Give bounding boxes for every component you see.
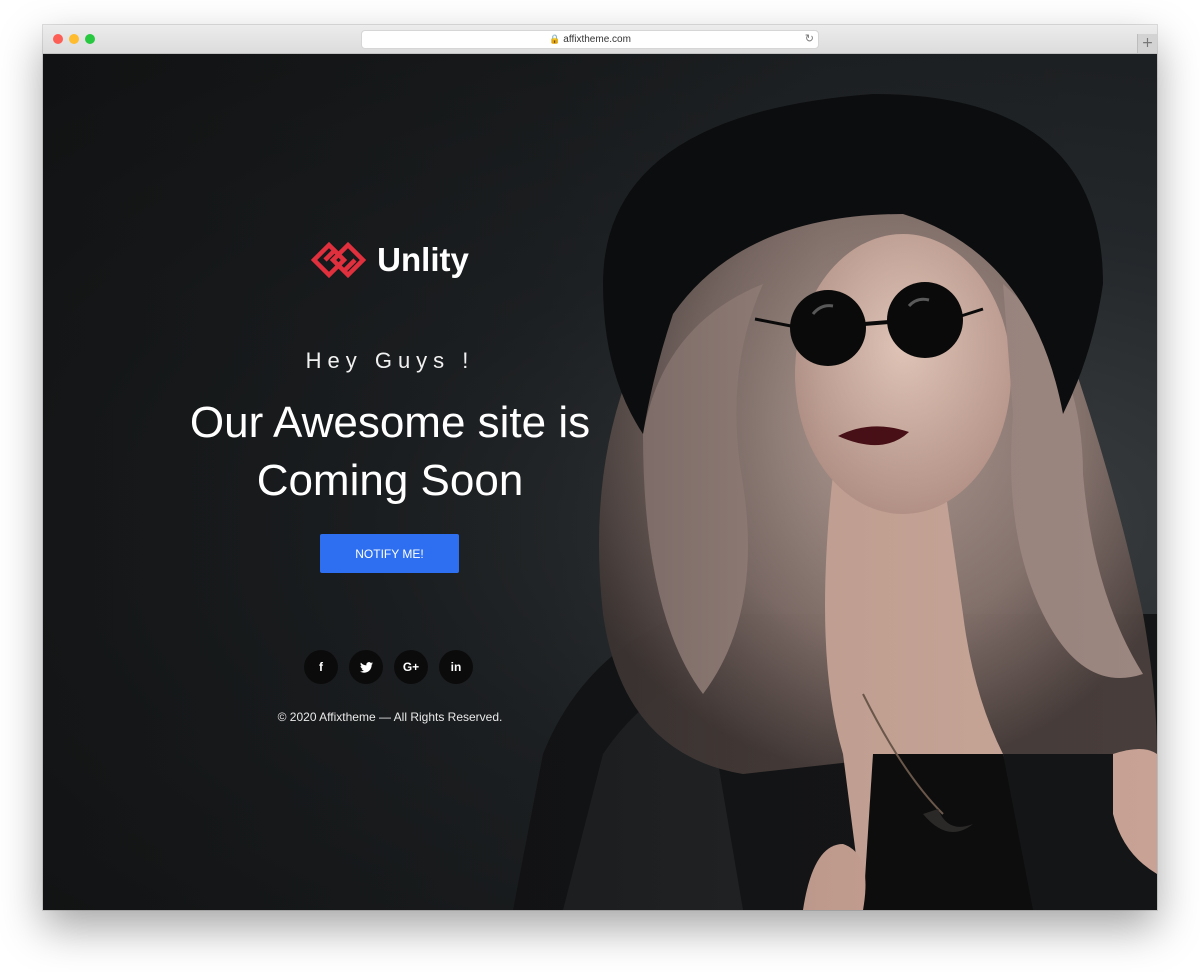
- url-text: affixtheme.com: [563, 34, 631, 45]
- greeting-text: Hey Guys !: [305, 348, 475, 373]
- new-tab-button[interactable]: +: [1137, 34, 1157, 53]
- facebook-icon: f: [319, 660, 323, 674]
- facebook-link[interactable]: f: [304, 650, 338, 684]
- browser-titlebar: 🔒 affixtheme.com ↻ +: [43, 25, 1157, 54]
- twitter-link[interactable]: [349, 650, 383, 684]
- address-bar[interactable]: 🔒 affixtheme.com ↻: [361, 30, 819, 49]
- headline-line-2: Coming Soon: [256, 456, 524, 505]
- minimize-window-button[interactable]: [69, 34, 79, 44]
- linkedin-icon: in: [450, 660, 462, 674]
- plus-icon: +: [1141, 35, 1154, 51]
- page-headline: Our Awesome site is Coming Soon: [153, 394, 627, 510]
- page-viewport: Unlity Hey Guys ! Our Awesome site is Co…: [43, 54, 1157, 910]
- maximize-window-button[interactable]: [85, 34, 95, 44]
- reload-icon[interactable]: ↻: [805, 31, 814, 48]
- social-links: f G+ in: [304, 650, 484, 684]
- brand[interactable]: Unlity: [153, 240, 627, 284]
- notify-me-button[interactable]: NOTIFY ME!: [320, 534, 459, 573]
- lock-icon: 🔒: [549, 34, 561, 44]
- copyright-text: © 2020 Affixtheme — All Rights Reserved.: [277, 710, 503, 724]
- google-plus-icon: G+: [402, 660, 420, 674]
- interlocked-diamond-logo-icon: [311, 241, 367, 279]
- close-window-button[interactable]: [53, 34, 63, 44]
- twitter-icon: [359, 661, 373, 673]
- brand-name: Unlity: [377, 241, 469, 278]
- google-plus-link[interactable]: G+: [394, 650, 428, 684]
- linkedin-link[interactable]: in: [439, 650, 473, 684]
- headline-line-1: Our Awesome site is: [189, 398, 591, 447]
- browser-window: 🔒 affixtheme.com ↻ + Unlity Hey Guys ! O…: [43, 25, 1157, 910]
- coming-soon-panel: Unlity Hey Guys ! Our Awesome site is Co…: [153, 54, 627, 910]
